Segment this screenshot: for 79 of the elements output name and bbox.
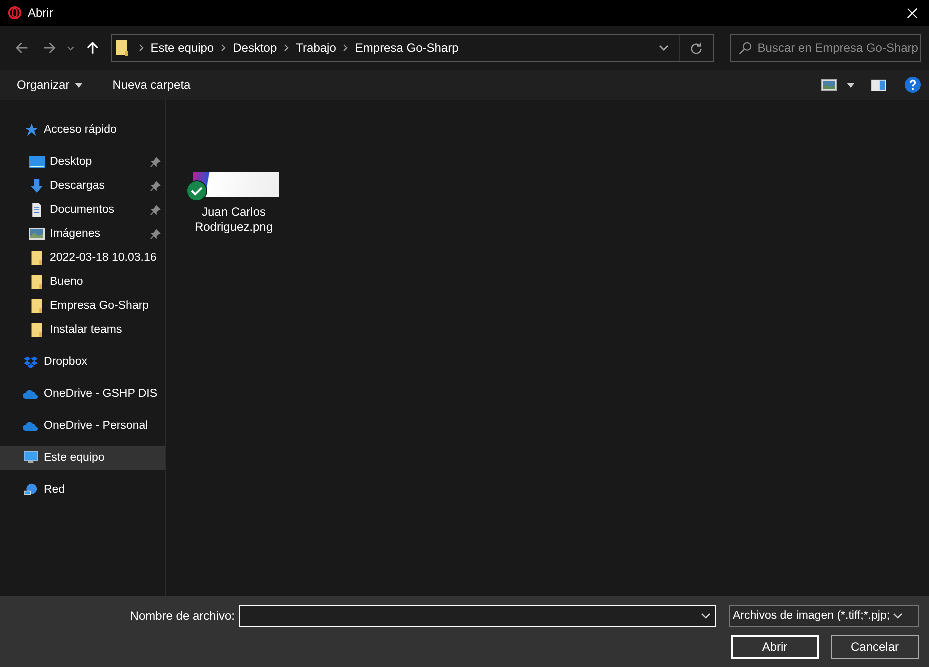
sidebar-label: Descargas bbox=[50, 180, 106, 192]
picture-icon bbox=[29, 227, 45, 241]
sidebar-item[interactable]: Empresa Go-Sharp bbox=[0, 294, 165, 318]
view-options-icon[interactable] bbox=[821, 78, 837, 92]
folder-icon bbox=[29, 323, 45, 337]
sidebar-item[interactable]: Acceso rápido bbox=[0, 118, 165, 142]
sidebar-label: OneDrive - Personal bbox=[44, 420, 150, 432]
breadcrumb-item[interactable]: Empresa Go-Sharp bbox=[355, 41, 459, 55]
sidebar-item[interactable]: Descargas bbox=[0, 174, 165, 198]
sidebar-item[interactable]: Documentos bbox=[0, 198, 165, 222]
dropdown-caret-icon[interactable] bbox=[701, 613, 711, 619]
network-icon bbox=[23, 483, 39, 497]
sidebar-item[interactable]: Desktop bbox=[0, 150, 165, 174]
sidebar-label: OneDrive - GSHP DIS bbox=[44, 388, 159, 400]
sidebar-label: Bueno bbox=[50, 276, 84, 288]
dropdown-caret-icon[interactable] bbox=[658, 45, 669, 51]
dropbox-icon bbox=[23, 355, 39, 369]
sidebar-item[interactable]: Dropbox bbox=[0, 350, 165, 374]
chevron-icon bbox=[221, 44, 226, 52]
organize-button[interactable]: Organizar bbox=[8, 74, 92, 96]
back-arrow-icon[interactable] bbox=[15, 41, 29, 55]
sidebar-item[interactable]: OneDrive - GSHP DIS bbox=[0, 382, 165, 406]
up-arrow-icon[interactable] bbox=[86, 41, 100, 55]
preview-pane-icon[interactable] bbox=[871, 78, 887, 92]
pin-icon[interactable] bbox=[150, 156, 161, 168]
down-arrow-icon bbox=[29, 179, 45, 193]
sidebar-label: Imágenes bbox=[50, 228, 102, 240]
pin-icon[interactable] bbox=[150, 204, 161, 216]
file-type-dropdown[interactable]: Archivos de imagen (*.tiff;*.pjp; bbox=[729, 605, 919, 627]
cancel-button[interactable]: Cancelar bbox=[831, 635, 919, 659]
pin-icon[interactable] bbox=[150, 228, 161, 240]
filename-field[interactable] bbox=[239, 605, 716, 627]
monitor-icon bbox=[23, 451, 39, 465]
sidebar-label: Este equipo bbox=[44, 452, 106, 464]
dropdown-caret-icon[interactable] bbox=[847, 82, 855, 88]
sidebar-item[interactable]: Imágenes bbox=[0, 222, 165, 246]
sidebar-label: 2022-03-18 10.03.16 bbox=[50, 252, 158, 264]
breadcrumb-item[interactable]: Este equipo bbox=[150, 41, 214, 55]
window-title: Abrir bbox=[28, 6, 54, 20]
refresh-icon[interactable] bbox=[690, 42, 703, 54]
sidebar-label: Red bbox=[44, 484, 66, 496]
breadcrumb-item[interactable]: Desktop bbox=[233, 41, 278, 55]
folder-icon bbox=[29, 275, 45, 289]
folder-icon bbox=[29, 251, 45, 265]
file-item[interactable]: Juan Carlos Rodriguez.png bbox=[184, 172, 284, 235]
sidebar-label: Documentos bbox=[50, 204, 116, 216]
sidebar-item[interactable]: 2022-03-18 10.03.16 bbox=[0, 246, 165, 270]
sidebar-label: Instalar teams bbox=[50, 324, 124, 336]
folder-icon bbox=[29, 299, 45, 313]
desktop-icon bbox=[29, 155, 45, 169]
sidebar-label: Empresa Go-Sharp bbox=[50, 300, 150, 312]
help-icon[interactable] bbox=[905, 77, 921, 93]
sidebar-item[interactable]: Este equipo bbox=[0, 446, 165, 470]
sidebar-label: Desktop bbox=[50, 156, 94, 168]
open-button[interactable]: Abrir bbox=[731, 635, 819, 659]
folder-icon bbox=[116, 40, 128, 56]
sidebar-item[interactable]: Bueno bbox=[0, 270, 165, 294]
sidebar-label: Acceso rápido bbox=[44, 124, 118, 136]
dropdown-caret-icon bbox=[74, 82, 83, 88]
chevron-icon bbox=[284, 44, 290, 52]
caret-icon[interactable] bbox=[67, 46, 76, 50]
filename-label: Nombre de archivo: bbox=[130, 609, 235, 623]
sidebar-label: Dropbox bbox=[44, 356, 88, 368]
sidebar-item[interactable]: Instalar teams bbox=[0, 318, 165, 342]
address-bar[interactable]: Este equipo Desktop Trabajo Empresa Go-Sharp bbox=[110, 34, 714, 62]
browser-logo-icon bbox=[8, 6, 22, 20]
chevron-icon bbox=[343, 44, 348, 52]
close-icon[interactable] bbox=[907, 8, 918, 18]
search-icon bbox=[738, 42, 752, 54]
forward-arrow-icon[interactable] bbox=[42, 41, 56, 55]
file-name: Juan Carlos Rodriguez.png bbox=[194, 205, 274, 235]
dropdown-caret-icon bbox=[893, 613, 904, 619]
sidebar-item[interactable]: Red bbox=[0, 478, 165, 502]
sidebar-item[interactable]: OneDrive - Personal bbox=[0, 414, 165, 438]
breadcrumb-item[interactable]: Trabajo bbox=[296, 41, 336, 55]
chevron-icon bbox=[138, 44, 144, 52]
new-folder-button[interactable]: Nueva carpeta bbox=[104, 74, 200, 96]
search-field[interactable]: Buscar en Empresa Go-Sharp bbox=[730, 34, 921, 62]
pin-icon[interactable] bbox=[150, 180, 161, 192]
